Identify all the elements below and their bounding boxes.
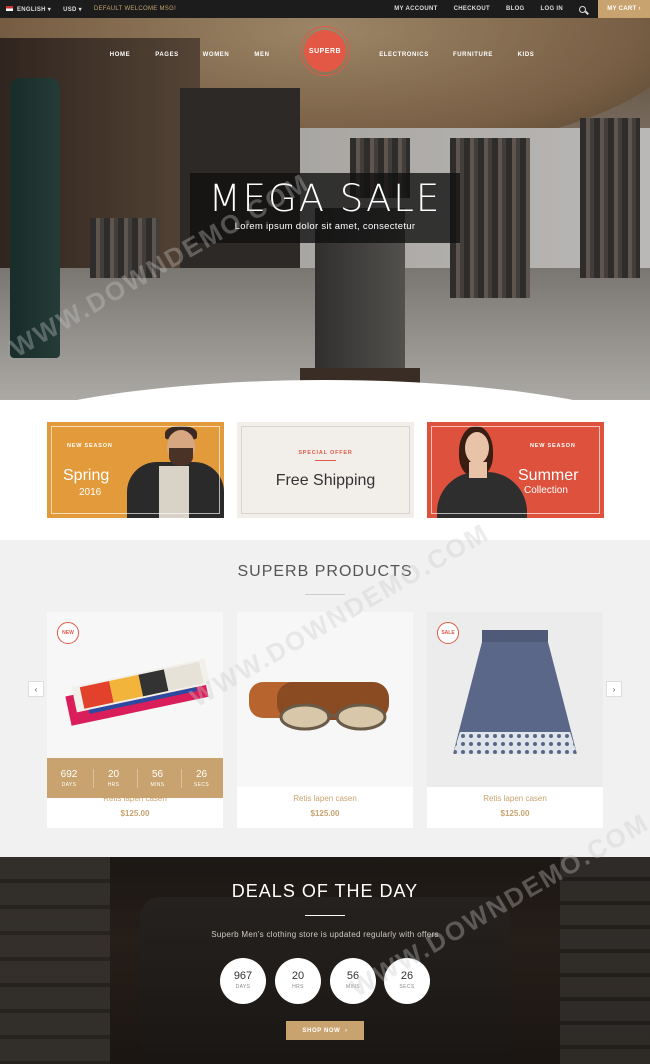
deals-hours: 20 HRS — [275, 958, 321, 1004]
language-selector[interactable]: ENGLISH ▾ — [6, 6, 51, 13]
search-icon[interactable] — [579, 5, 586, 13]
site-logo[interactable]: SUPERB — [300, 26, 350, 76]
promo-sub: 2016 — [79, 487, 102, 498]
carousel-next-button[interactable]: › — [606, 681, 622, 697]
deals-seconds: 26 SECS — [384, 958, 430, 1004]
promo-title: Spring — [63, 467, 110, 484]
promo-spring[interactable]: NEW SEASON Spring 2016 — [47, 422, 224, 518]
promo-sub: Collection — [524, 485, 568, 496]
deals-minutes: 56 MINS — [330, 958, 376, 1004]
page: ENGLISH ▾ USD ▾ DEFAULT WELCOME MSG! MY … — [0, 0, 650, 1064]
nav-men[interactable]: MEN — [254, 52, 269, 58]
carousel-prev-button[interactable]: ‹ — [28, 681, 44, 697]
checkout-link[interactable]: CHECKOUT — [454, 6, 490, 12]
hero-caption: MEGA SALE Lorem ipsum dolor sit amet, co… — [190, 173, 460, 243]
product-card[interactable]: SALE Retis lapen casen $125.00 — [427, 612, 603, 828]
nav-pages[interactable]: PAGES — [155, 52, 179, 58]
product-image-sunglasses — [237, 612, 413, 787]
product-name[interactable]: Retis lapen casen — [427, 794, 603, 803]
deals-title: DEALS OF THE DAY — [231, 881, 419, 901]
promo-summer[interactable]: NEW SEASON Summer Collection — [427, 422, 604, 518]
shop-now-button[interactable]: SHOP NOW › — [286, 1021, 364, 1040]
deals-description: Superb Men's clothing store is updated r… — [211, 930, 439, 939]
promo-title: Summer — [518, 467, 579, 484]
promo-tag: SPECIAL OFFER — [298, 450, 353, 456]
hero-subline: Lorem ipsum dolor sit amet, consectetur — [234, 221, 416, 232]
deals-days: 967 DAYS — [220, 958, 266, 1004]
nav-women[interactable]: WOMEN — [203, 52, 230, 58]
deals-divider — [305, 915, 345, 916]
products-divider — [305, 594, 345, 595]
product-countdown: 692 DAYS 20 HRS 56 MINS 26 SECS — [47, 758, 223, 798]
top-bar: ENGLISH ▾ USD ▾ DEFAULT WELCOME MSG! MY … — [0, 0, 650, 18]
products-title: SUPERB PRODUCTS — [237, 563, 413, 580]
promo-title: Free Shipping — [275, 472, 376, 489]
product-price: $125.00 — [310, 809, 340, 818]
hero-headline: MEGA SALE — [208, 177, 442, 220]
sale-badge: SALE — [437, 622, 459, 644]
nav-furniture[interactable]: FURNITURE — [453, 52, 493, 58]
welcome-message: DEFAULT WELCOME MSG! — [93, 6, 177, 12]
product-card[interactable]: Retis lapen casen $125.00 — [237, 612, 413, 828]
product-card[interactable]: NEW 692 DAYS 20 HRS 56 MINS 26 SECS Retis la… — [47, 612, 223, 828]
flag-icon — [6, 6, 13, 12]
my-cart-button[interactable]: MY CART › — [598, 0, 650, 18]
product-price: $125.00 — [120, 809, 150, 818]
blog-link[interactable]: BLOG — [506, 6, 525, 12]
log-in-link[interactable]: LOG IN — [541, 6, 563, 12]
promo-free-shipping[interactable]: SPECIAL OFFER Free Shipping — [237, 422, 414, 518]
currency-selector[interactable]: USD ▾ — [63, 6, 82, 13]
product-price: $125.00 — [500, 809, 530, 818]
nav-electronics[interactable]: ELECTRONICS — [379, 52, 429, 58]
product-name[interactable]: Retis lapen casen — [47, 794, 223, 803]
promo-tag: NEW SEASON — [530, 443, 576, 449]
promo-tag: NEW SEASON — [67, 443, 113, 449]
logo-text: SUPERB — [304, 30, 346, 72]
new-badge: NEW — [57, 622, 79, 644]
product-name[interactable]: Retis lapen casen — [237, 794, 413, 803]
nav-home[interactable]: HOME — [110, 52, 130, 58]
nav-kids[interactable]: KIDS — [518, 52, 535, 58]
my-account-link[interactable]: MY ACCOUNT — [394, 6, 437, 12]
